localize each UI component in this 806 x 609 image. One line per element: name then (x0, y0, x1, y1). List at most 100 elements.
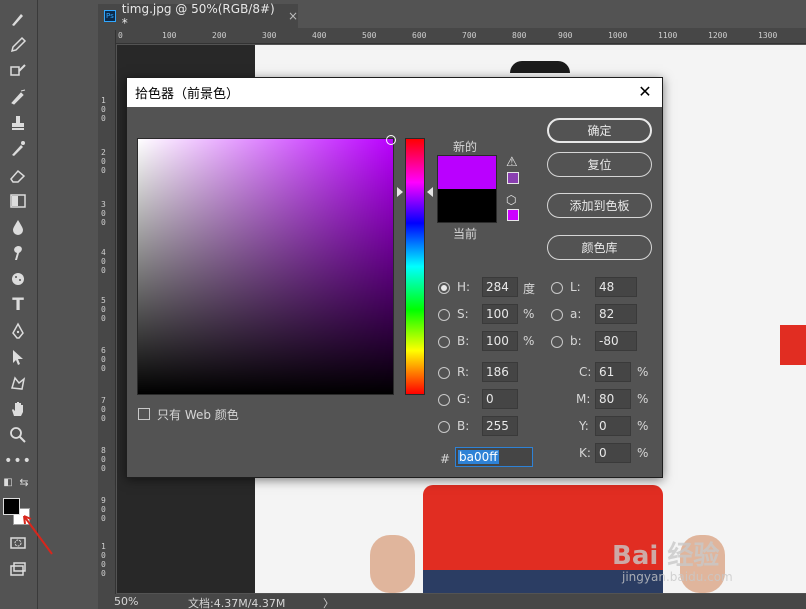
dialog-title: 拾色器（前景色） (135, 87, 240, 102)
y-input[interactable]: 0 (595, 416, 631, 436)
horizontal-ruler: 0 100 200 300 400 500 600 700 800 900 10… (116, 30, 806, 44)
tab-close-button[interactable]: × (288, 9, 298, 23)
history-brush-tool-icon[interactable] (7, 86, 29, 108)
close-icon[interactable]: ✕ (636, 83, 654, 101)
gamut-warning-icon[interactable]: ⚠ (506, 156, 520, 169)
ruler-tick: 800 (512, 31, 527, 40)
hand-tool-icon[interactable] (7, 398, 29, 420)
watermark-logo: Bai 经验 (612, 541, 720, 571)
h-unit: 度 (523, 282, 536, 296)
y-unit: % (637, 419, 649, 433)
blur-tool-icon[interactable] (7, 216, 29, 238)
pencil-tool-icon[interactable] (7, 34, 29, 56)
color-libraries-button[interactable]: 颜色库 (547, 235, 652, 260)
document-tab[interactable]: Ps timg.jpg @ 50%(RGB/8#) * × (98, 2, 298, 30)
swap-colors-icon[interactable]: ⇆ (18, 476, 30, 489)
photo-hair (510, 61, 570, 73)
ruler-tick: 700 (101, 396, 106, 423)
radio-r[interactable] (438, 367, 450, 379)
ruler-tick: 300 (262, 31, 277, 40)
status-menu-arrow[interactable]: 〉 (323, 595, 334, 609)
hue-slider[interactable] (405, 138, 425, 395)
hue-slider-arrow-right-icon[interactable] (427, 187, 433, 197)
sponge-tool-icon[interactable] (7, 268, 29, 290)
radio-b-lab[interactable] (551, 336, 563, 348)
c-unit: % (637, 365, 649, 379)
ruler-tick: 600 (101, 346, 106, 373)
more-tools-icon[interactable]: ••• (4, 450, 31, 472)
ok-button[interactable]: 确定 (547, 118, 652, 143)
b-hsb-input[interactable]: 100 (482, 331, 518, 351)
hue-slider-arrow-left-icon[interactable] (397, 187, 403, 197)
path-selection-tool-icon[interactable] (7, 346, 29, 368)
b-hsb-unit: % (523, 334, 535, 348)
r-label: R: (457, 365, 470, 379)
a-input[interactable]: 82 (595, 304, 637, 324)
radio-l[interactable] (551, 282, 563, 294)
ruler-tick: 0 (118, 31, 123, 40)
zoom-level[interactable]: 50% (114, 595, 138, 608)
ruler-tick: 200 (101, 148, 106, 175)
ruler-tick: 300 (101, 200, 106, 227)
gamut-warning-swatch[interactable] (507, 172, 519, 184)
smudge-tool-icon[interactable] (7, 242, 29, 264)
s-input[interactable]: 100 (482, 304, 518, 324)
ruler-tick: 100 (162, 31, 177, 40)
h-input[interactable]: 284 (482, 277, 518, 297)
h-label: H: (457, 280, 471, 294)
ruler-tick: 400 (312, 31, 327, 40)
new-color-swatch (437, 155, 497, 189)
web-only-checkbox[interactable] (138, 408, 150, 420)
brush-tool-icon[interactable] (7, 8, 29, 30)
current-color-swatch[interactable] (437, 189, 497, 223)
radio-b-hsb[interactable] (438, 336, 450, 348)
ruler-tick: 1200 (708, 31, 728, 40)
radio-b-rgb[interactable] (438, 421, 450, 433)
ruler-tick: 600 (412, 31, 427, 40)
b-lab-label: b: (570, 334, 582, 348)
photo-arm-left (370, 535, 415, 593)
gradient-tool-icon[interactable] (7, 190, 29, 212)
default-colors-icon[interactable]: ◧ (2, 476, 14, 488)
ruler-tick: 200 (212, 31, 227, 40)
color-field-marker[interactable] (386, 135, 396, 145)
eraser-tool-icon[interactable] (7, 164, 29, 186)
web-safe-swatch[interactable] (507, 209, 519, 221)
radio-s[interactable] (438, 309, 450, 321)
ruler-tick: 1100 (658, 31, 678, 40)
radio-a[interactable] (551, 309, 563, 321)
a-label: a: (570, 307, 582, 321)
type-tool-icon[interactable]: T (7, 294, 29, 316)
stamp-tool-icon[interactable] (7, 112, 29, 134)
add-to-swatches-button[interactable]: 添加到色板 (547, 193, 652, 218)
ruler-tick: 500 (362, 31, 377, 40)
ruler-tick: 900 (558, 31, 573, 40)
b-lab-input[interactable]: -80 (595, 331, 637, 351)
c-input[interactable]: 61 (595, 362, 631, 382)
b-rgb-input[interactable]: 255 (482, 416, 518, 436)
dialog-title-bar[interactable]: 拾色器（前景色） ✕ (127, 78, 662, 107)
zoom-tool-icon[interactable] (7, 424, 29, 446)
k-input[interactable]: 0 (595, 443, 631, 463)
g-input[interactable]: 0 (482, 389, 518, 409)
b-hsb-label: B: (457, 334, 470, 348)
m-input[interactable]: 80 (595, 389, 631, 409)
custom-shape-tool-icon[interactable] (7, 372, 29, 394)
l-input[interactable]: 48 (595, 277, 637, 297)
b-rgb-label: B: (457, 419, 470, 433)
hex-input[interactable]: ba00ff (455, 447, 533, 467)
reset-button[interactable]: 复位 (547, 152, 652, 177)
photo-shirt-sleeve (780, 325, 806, 365)
hex-value: ba00ff (458, 450, 499, 464)
radio-h[interactable] (438, 282, 450, 294)
clone-stamp-tool-icon[interactable] (7, 60, 29, 82)
ruler-tick: 900 (101, 496, 106, 523)
color-field[interactable] (137, 135, 396, 395)
foreground-color-swatch[interactable] (3, 498, 20, 515)
web-safe-cube-icon[interactable]: ⬡ (506, 194, 520, 207)
radio-g[interactable] (438, 394, 450, 406)
screen-mode-icon[interactable] (7, 558, 29, 580)
healing-brush-tool-icon[interactable] (7, 138, 29, 160)
r-input[interactable]: 186 (482, 362, 518, 382)
pen-tool-icon[interactable] (7, 320, 29, 342)
